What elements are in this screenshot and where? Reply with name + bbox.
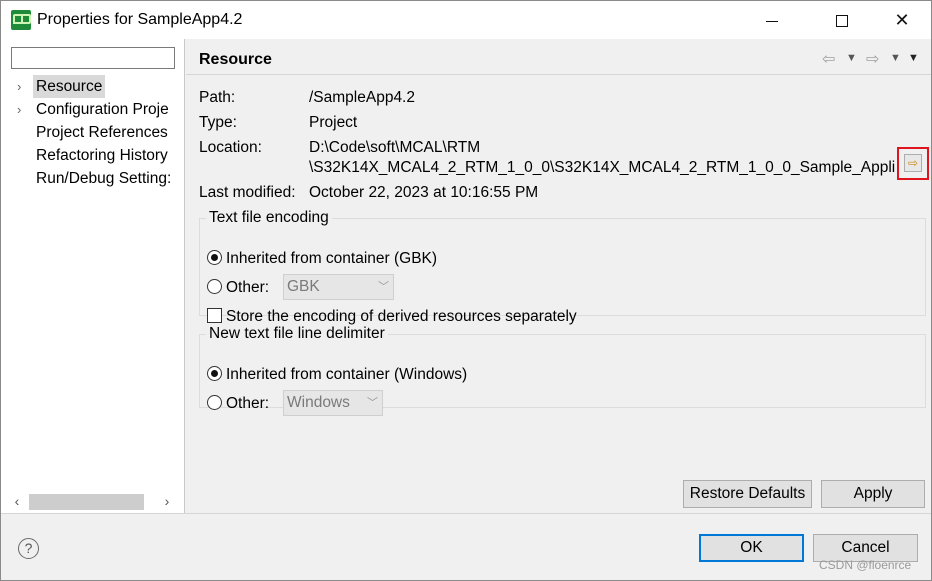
tree-item-label: Refactoring History <box>36 147 168 164</box>
radio-selected-icon[interactable] <box>207 250 222 265</box>
text-file-encoding-group: Text file encoding Inherited from contai… <box>199 209 926 325</box>
watermark-text: CSDN @floenrce <box>819 558 912 572</box>
location-value-line1: D:\Code\soft\MCAL\RTM <box>309 139 481 156</box>
chevron-down-icon: ﹀ <box>367 397 378 409</box>
resource-page: Resource ⇦ ▼ ⇨ ▼ ▼ Path: /SampleApp4.2 T… <box>186 39 931 513</box>
properties-dialog: Properties for SampleApp4.2 ✕ › Resource… <box>0 0 932 581</box>
tree-item-label: Run/Debug Setting: <box>36 170 172 187</box>
delimiter-inherited-radio[interactable]: Inherited from container (Windows) <box>207 363 467 387</box>
encoding-select-value: GBK <box>287 278 320 295</box>
filter-input[interactable] <box>11 47 175 69</box>
open-folder-icon: ⇨ <box>904 154 922 172</box>
scroll-left-icon[interactable]: ‹ <box>9 491 25 511</box>
window-title: Properties for SampleApp4.2 <box>37 11 243 28</box>
tree-item-run-debug-settings[interactable]: Run/Debug Setting: <box>1 167 179 190</box>
text-file-encoding-title: Text file encoding <box>209 209 329 226</box>
encoding-inherited-label: Inherited from container (GBK) <box>226 250 438 267</box>
chevron-right-icon[interactable]: › <box>17 98 21 121</box>
apply-button[interactable]: Apply <box>821 480 925 508</box>
tree-item-label: Resource <box>33 75 106 98</box>
show-in-explorer-button[interactable]: ⇨ <box>897 147 929 180</box>
page-header: Resource ⇦ ▼ ⇨ ▼ ▼ <box>186 39 931 75</box>
title-bar: Properties for SampleApp4.2 ✕ <box>1 1 931 39</box>
tree-item-label: Configuration Proje <box>36 101 169 118</box>
path-value: /SampleApp4.2 <box>309 89 415 106</box>
path-label: Path: <box>199 89 236 106</box>
minimize-button[interactable] <box>749 1 795 39</box>
restore-defaults-button[interactable]: Restore Defaults <box>683 480 812 508</box>
page-title: Resource <box>199 51 272 68</box>
store-encoding-label: Store the encoding of derived resources … <box>226 308 577 325</box>
location-value-line2: \S32K14X_MCAL4_2_RTM_1_0_0\S32K14X_MCAL4… <box>309 159 896 176</box>
maximize-icon <box>836 15 848 28</box>
scrollbar-thumb[interactable] <box>29 494 144 510</box>
encoding-other-label: Other: <box>226 279 270 296</box>
help-icon[interactable]: ? <box>18 538 39 559</box>
tree-item-label: Project References <box>36 124 168 141</box>
type-label: Type: <box>199 114 237 131</box>
back-arrow-icon[interactable]: ⇦ <box>822 49 835 69</box>
property-pages-tree-pane: › Resource › Configuration Proje Project… <box>1 39 185 513</box>
delimiter-other-label: Other: <box>226 395 270 412</box>
forward-arrow-icon[interactable]: ⇨ <box>866 49 879 69</box>
encoding-inherited-radio[interactable]: Inherited from container (GBK) <box>207 247 437 271</box>
property-pages-tree: › Resource › Configuration Proje Project… <box>1 75 179 190</box>
checkbox-unchecked-icon[interactable] <box>207 308 222 323</box>
tree-item-configuration-project[interactable]: › Configuration Proje <box>1 98 179 121</box>
encoding-select[interactable]: GBK ﹀ <box>283 274 394 300</box>
radio-unselected-icon[interactable] <box>207 279 222 294</box>
type-value: Project <box>309 114 358 131</box>
maximize-button[interactable] <box>819 1 865 39</box>
last-modified-label: Last modified: <box>199 184 296 201</box>
line-delimiter-title: New text file line delimiter <box>209 325 385 342</box>
location-label: Location: <box>199 139 262 156</box>
delimiter-select-value: Windows <box>287 394 350 411</box>
last-modified-value: October 22, 2023 at 10:16:55 PM <box>309 184 539 201</box>
delimiter-select[interactable]: Windows ﹀ <box>283 390 383 416</box>
radio-selected-icon[interactable] <box>207 366 222 381</box>
encoding-other-radio[interactable]: Other: <box>207 276 269 300</box>
delimiter-other-radio[interactable]: Other: <box>207 392 269 416</box>
delimiter-inherited-label: Inherited from container (Windows) <box>226 366 468 383</box>
minimize-icon <box>766 20 778 22</box>
tree-item-resource[interactable]: › Resource <box>1 75 179 98</box>
horizontal-scrollbar[interactable]: ‹ › <box>9 491 177 511</box>
ok-button[interactable]: OK <box>699 534 804 562</box>
forward-history-dropdown-icon[interactable]: ▼ <box>890 52 901 64</box>
radio-unselected-icon[interactable] <box>207 395 222 410</box>
tree-item-refactoring-history[interactable]: Refactoring History <box>1 144 179 167</box>
scroll-right-icon[interactable]: › <box>159 491 175 511</box>
dialog-footer: ? OK Cancel <box>1 513 931 580</box>
tree-item-project-references[interactable]: Project References <box>1 121 179 144</box>
line-delimiter-group: New text file line delimiter Inherited f… <box>199 325 926 416</box>
close-button[interactable]: ✕ <box>879 1 925 39</box>
app-icon <box>11 10 31 30</box>
back-history-dropdown-icon[interactable]: ▼ <box>846 52 857 64</box>
chevron-down-icon: ﹀ <box>378 281 389 293</box>
view-menu-icon[interactable]: ▼ <box>908 52 919 64</box>
chevron-right-icon[interactable]: › <box>17 75 21 98</box>
